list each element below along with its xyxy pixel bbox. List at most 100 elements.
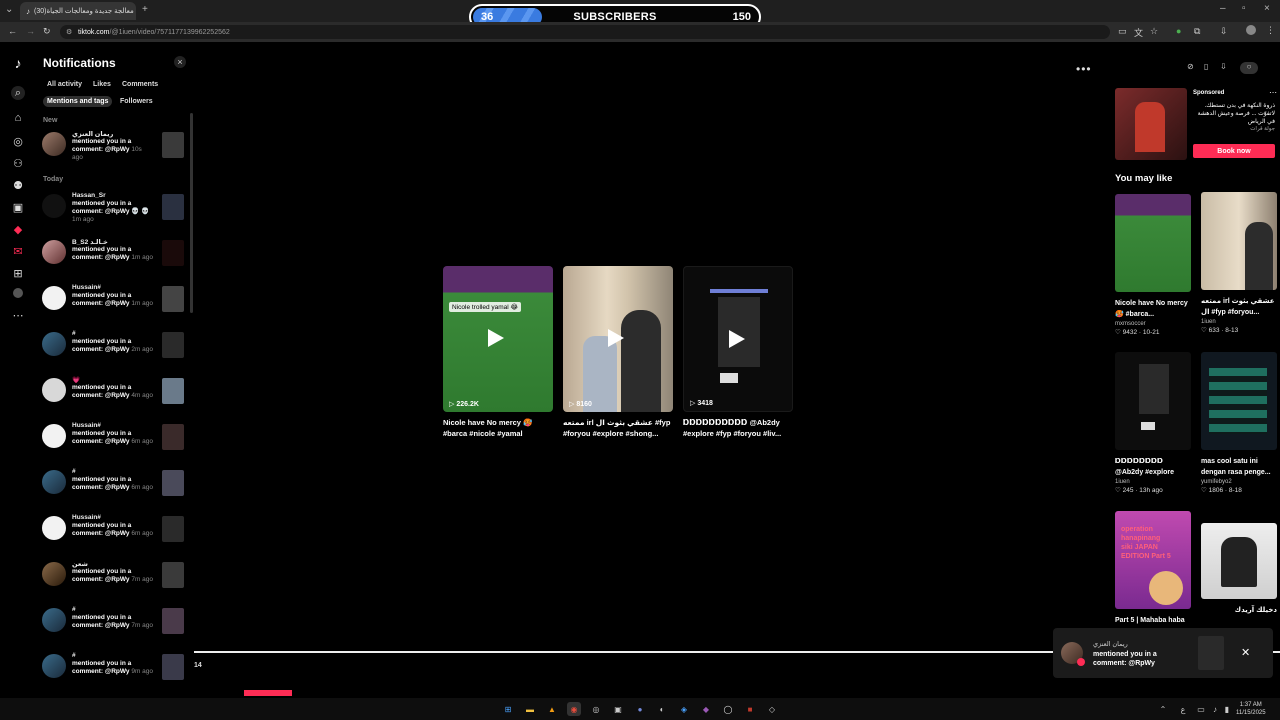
video-thumbnail[interactable]: ▷ 3418	[683, 266, 793, 412]
notification-item[interactable]: ريمان العنزي mentioned you in a comment: …	[42, 130, 184, 168]
reload-icon[interactable]: ↻	[43, 26, 51, 37]
minimize-icon[interactable]: –	[1220, 3, 1226, 14]
notification-username[interactable]: ريمان العنزي	[72, 130, 113, 138]
notification-thumbnail[interactable]	[162, 194, 184, 220]
filter-comments[interactable]: Comments	[118, 79, 162, 90]
new-tab-icon[interactable]: +	[142, 4, 148, 15]
app-icon[interactable]: ▲	[545, 702, 559, 716]
app-icon[interactable]: ◆	[699, 702, 713, 716]
extension-icon[interactable]: ●	[1176, 26, 1181, 36]
notification-username[interactable]: #	[72, 330, 76, 337]
window-close-icon[interactable]: ×	[1264, 3, 1270, 14]
recommended-thumbnail[interactable]	[1115, 352, 1191, 450]
download-icon[interactable]: ⇩	[1220, 26, 1228, 37]
recommended-thumbnail[interactable]	[1201, 192, 1277, 290]
profile-nav-avatar[interactable]	[13, 288, 23, 298]
forward-icon[interactable]: →	[26, 26, 35, 36]
profile-avatar[interactable]	[1246, 25, 1256, 35]
notification-username[interactable]: Hassan_Sr	[72, 192, 106, 199]
avatar[interactable]	[42, 608, 66, 632]
avatar[interactable]	[42, 516, 66, 540]
app-icon[interactable]: ◎	[589, 702, 603, 716]
filter-all-activity[interactable]: All activity	[43, 79, 86, 90]
windows-start-icon[interactable]: ⊞	[501, 702, 515, 716]
notification-thumbnail[interactable]	[162, 332, 184, 358]
recommended-card[interactable]: ممتعه irl عشقي بثوث ال #fyp #foryou... 1…	[1201, 192, 1277, 334]
notification-item[interactable]: شعن mentioned you in a comment: @RpWy 7m …	[42, 560, 184, 598]
notification-thumbnail[interactable]	[162, 470, 184, 496]
app-icon[interactable]: ◯	[721, 702, 735, 716]
notifications-icon[interactable]: ◆	[11, 222, 25, 236]
notification-username[interactable]: B_S2 خـالـد	[72, 238, 108, 246]
tab-menu-icon[interactable]: ⌄	[5, 4, 13, 15]
notifications-scrollbar[interactable]	[190, 113, 193, 313]
avatar[interactable]	[42, 470, 66, 494]
chrome-icon[interactable]: ◉	[567, 702, 581, 716]
avatar[interactable]	[42, 654, 66, 678]
tiktok-logo-icon[interactable]: ♪	[11, 55, 25, 71]
notification-thumbnail[interactable]	[162, 608, 184, 634]
following-icon[interactable]: ⚇	[11, 156, 25, 170]
close-icon[interactable]: ✕	[1241, 646, 1250, 659]
site-info-icon[interactable]: ⚙	[66, 28, 72, 36]
home-icon[interactable]: ⌂	[11, 111, 25, 125]
avatar[interactable]	[42, 286, 66, 310]
notification-thumbnail[interactable]	[162, 562, 184, 588]
ad-more-icon[interactable]: ⋯	[1269, 88, 1277, 97]
notification-username[interactable]: شعن	[72, 560, 88, 568]
notification-item[interactable]: Hussain# mentioned you in a comment: @RpW…	[42, 284, 184, 322]
notification-username[interactable]: 💗	[72, 376, 80, 384]
sponsored-ad[interactable]: Sponsored ⋯ ذروة النكهة في بدن تستطك. لا…	[1115, 88, 1280, 163]
steam-icon[interactable]: ◈	[677, 702, 691, 716]
app-icon[interactable]: ▣	[611, 702, 625, 716]
notification-thumbnail[interactable]	[162, 378, 184, 404]
more-icon[interactable]: ⋯	[11, 308, 25, 322]
notification-item[interactable]: # mentioned you in a comment: @RpWy 2m ag…	[42, 330, 184, 368]
upload-icon[interactable]: ⊞	[11, 266, 25, 280]
avatar[interactable]	[42, 240, 66, 264]
filter-followers[interactable]: Followers	[116, 96, 157, 107]
notification-item[interactable]: # mentioned you in a comment: @RpWy 9m ag…	[42, 652, 184, 690]
avatar[interactable]	[42, 194, 66, 218]
more-options-icon[interactable]: •••	[1076, 62, 1092, 76]
avatar[interactable]	[42, 424, 66, 448]
notification-username[interactable]: Hussain#	[72, 284, 101, 291]
compass-icon[interactable]: ⊘	[1187, 62, 1197, 72]
mention-toast[interactable]: ريمان العنزي mentioned you in a comment:…	[1053, 628, 1273, 678]
recommended-author[interactable]: 1iuen	[1201, 319, 1277, 325]
video-card-2[interactable]: ▷ 8160 ممتعه irl عشقي بثوث ال #fyp #fory…	[563, 266, 673, 439]
notification-thumbnail[interactable]	[162, 424, 184, 450]
recommended-card[interactable]: ⱰⱰⱰⱰⱰⱰⱰⱰ @Ab2dy #explore #fyp... 1iuen ♡…	[1115, 352, 1191, 494]
browser-tab[interactable]: ♪ (30)معالجة جديدة ومعالجات الجياة ×	[20, 2, 136, 20]
friends-icon[interactable]: ⚉	[11, 178, 25, 192]
app-icon[interactable]: ■	[743, 702, 757, 716]
tray-chevron-icon[interactable]: ⌃	[1156, 702, 1170, 716]
video-thumbnail[interactable]: Nicole trolled yamal 😂 ▷ 226.2K	[443, 266, 553, 412]
recommended-author[interactable]: mxmsoccer	[1115, 321, 1191, 327]
live-icon[interactable]: ▣	[11, 200, 25, 214]
notification-item[interactable]: Hussain# mentioned you in a comment: @RpW…	[42, 422, 184, 460]
notification-item[interactable]: # mentioned you in a comment: @RpWy 6m ag…	[42, 468, 184, 506]
avatar[interactable]	[42, 562, 66, 586]
file-explorer-icon[interactable]: ▬	[523, 702, 537, 716]
filter-mentions-and-tags[interactable]: Mentions and tags	[43, 96, 113, 107]
notification-thumbnail[interactable]	[162, 516, 184, 542]
translate-icon[interactable]: 文	[1134, 26, 1143, 39]
phone-icon[interactable]: ▯	[1204, 62, 1214, 72]
network-icon[interactable]: ▭	[1194, 702, 1208, 716]
video-thumbnail[interactable]: ▷ 8160	[563, 266, 673, 412]
browser-menu-icon[interactable]: ⋮	[1266, 25, 1275, 36]
notification-item[interactable]: 💗 mentioned you in a comment: @RpWy 4m ag…	[42, 376, 184, 414]
play-icon[interactable]	[729, 330, 745, 348]
notification-username[interactable]: #	[72, 652, 76, 659]
video-card-1[interactable]: Nicole trolled yamal 😂 ▷ 226.2K Nicole h…	[443, 266, 553, 439]
recommended-author[interactable]: yumifebyo2	[1201, 479, 1277, 485]
recommended-thumbnail[interactable]	[1201, 523, 1277, 599]
discord-icon[interactable]: ●	[633, 702, 647, 716]
notification-username[interactable]: #	[72, 468, 76, 475]
download-video-icon[interactable]: ⇩	[1220, 62, 1230, 72]
recommended-author[interactable]: 1iuen	[1115, 479, 1191, 485]
notification-item[interactable]: B_S2 خـالـد mentioned you in a comment: @…	[42, 238, 184, 276]
notification-item[interactable]: # mentioned you in a comment: @RpWy 7m ag…	[42, 606, 184, 644]
explore-icon[interactable]: ◎	[11, 134, 25, 148]
